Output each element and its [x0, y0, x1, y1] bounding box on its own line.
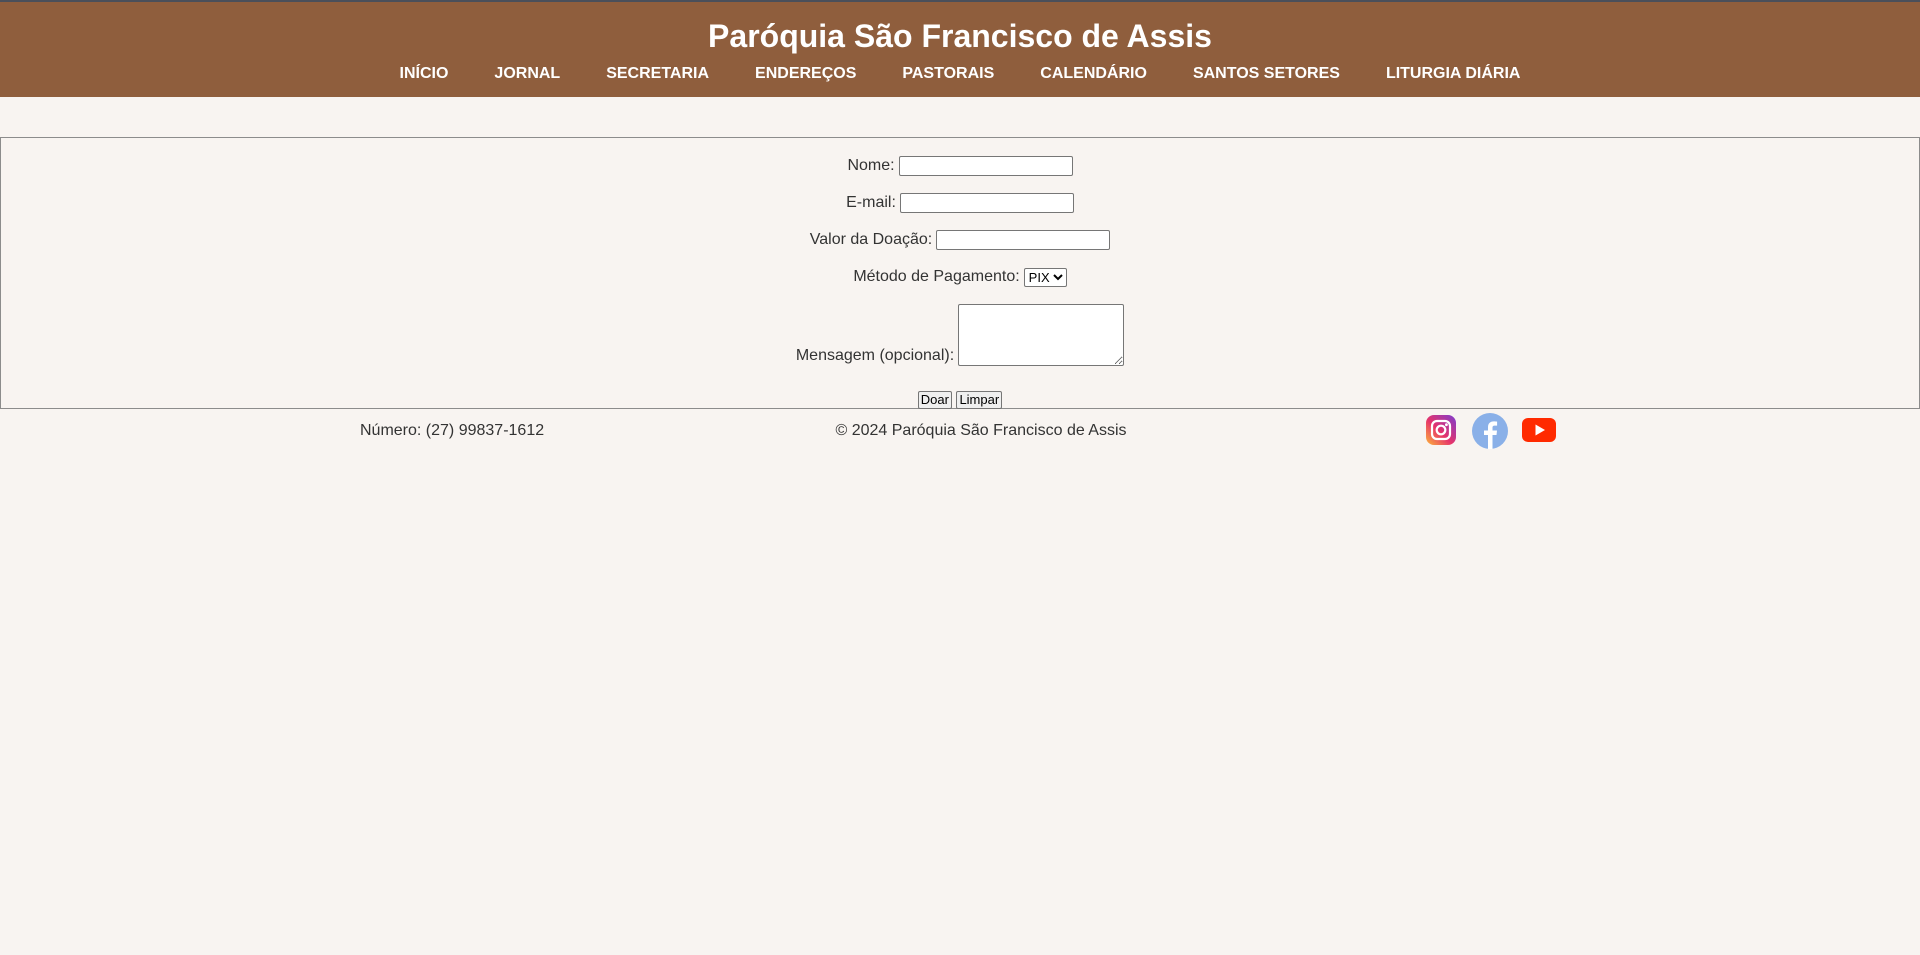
email-row: E-mail: — [1, 193, 1919, 213]
message-label: Mensagem (opcional): — [795, 346, 955, 364]
email-label: E-mail: — [846, 194, 896, 211]
clear-button[interactable]: Limpar — [956, 390, 1003, 409]
nav-enderecos[interactable]: ENDEREÇOS — [755, 62, 856, 86]
facebook-link[interactable] — [1471, 412, 1509, 450]
payment-method-select[interactable]: PIX — [1023, 267, 1067, 287]
site-title: Paróquia São Francisco de Assis — [708, 18, 1212, 54]
name-input[interactable] — [898, 156, 1073, 176]
message-row: Mensagem (opcional): — [1, 304, 1919, 366]
amount-input[interactable] — [936, 230, 1111, 250]
nav-jornal[interactable]: JORNAL — [494, 62, 560, 86]
facebook-icon — [1471, 412, 1509, 450]
youtube-icon — [1521, 412, 1557, 448]
name-label: Nome: — [847, 157, 895, 174]
nav-inicio[interactable]: INÍCIO — [400, 62, 449, 86]
nav-secretaria[interactable]: SECRETARIA — [606, 62, 709, 86]
youtube-link[interactable] — [1521, 412, 1557, 448]
main-nav: INÍCIO JORNAL SECRETARIA ENDEREÇOS PASTORAIS… — [0, 62, 1920, 86]
email-input[interactable] — [899, 193, 1074, 213]
amount-label: Valor da Doação: — [809, 231, 933, 248]
nav-calendario[interactable]: CALENDÁRIO — [1040, 62, 1147, 86]
nav-pastorais[interactable]: PASTORAIS — [902, 62, 994, 86]
payment-label: Método de Pagamento: — [853, 268, 1020, 285]
footer-copyright: © 2024 Paróquia São Francisco de Assis — [835, 422, 1127, 439]
instagram-link[interactable] — [1424, 412, 1458, 448]
name-row: Nome: — [1, 156, 1919, 176]
nav-liturgia-diaria[interactable]: LITURGIA DIÁRIA — [1386, 62, 1521, 86]
donation-form: Nome: E-mail: Valor da Doação: Método de… — [0, 137, 1920, 409]
form-buttons: Doar Limpar — [1, 390, 1919, 410]
amount-row: Valor da Doação: — [1, 230, 1919, 250]
site-header: Paróquia São Francisco de Assis INÍCIO JO… — [0, 0, 1920, 97]
nav-santos-setores[interactable]: SANTOS SETORES — [1193, 62, 1340, 86]
payment-row: Método de Pagamento: PIX — [1, 267, 1919, 287]
instagram-icon — [1424, 412, 1458, 448]
message-textarea[interactable] — [958, 304, 1125, 366]
donate-button[interactable]: Doar — [917, 390, 952, 409]
